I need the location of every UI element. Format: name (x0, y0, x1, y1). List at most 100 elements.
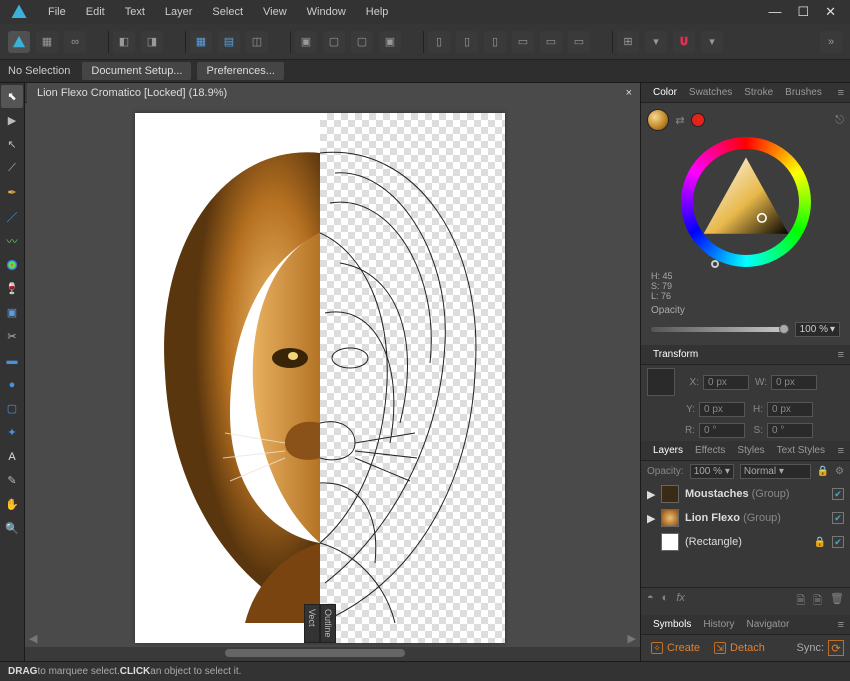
menu-edit[interactable]: Edit (76, 0, 115, 24)
snap-options-icon[interactable]: ▾ (645, 31, 667, 53)
layer-clip-icon[interactable]: 🗎 (796, 592, 805, 611)
transparency-tool[interactable]: 🍷 (1, 277, 23, 300)
transform-panel-menu-icon[interactable]: ≡ (832, 349, 850, 361)
arrange-front-icon[interactable]: ▣ (379, 31, 401, 53)
panel-tab-navigator[interactable]: Navigator (740, 615, 795, 635)
transform-w-input[interactable] (771, 375, 817, 390)
artboard-tool[interactable]: ▶ (1, 109, 23, 132)
layer-mask-icon[interactable]: ◓ (647, 592, 654, 611)
brush-tool[interactable]: 〰 (1, 229, 23, 252)
layer-blend-select[interactable]: Normal ▾ (740, 464, 811, 479)
zoom-tool[interactable]: 🔍 (1, 517, 23, 540)
align-center-icon[interactable]: ▯ (456, 31, 478, 53)
panel-tab-symbols[interactable]: Symbols (647, 615, 697, 635)
panel-tab-swatches[interactable]: Swatches (683, 83, 738, 103)
canvas-viewport[interactable]: Vect Outline ◀ ▶ (25, 103, 640, 647)
hue-handle[interactable] (711, 260, 719, 268)
split-label-right[interactable]: Outline (320, 604, 336, 643)
transform-s-input[interactable] (767, 423, 813, 438)
align-middle-icon[interactable]: ▭ (540, 31, 562, 53)
document-setup-button[interactable]: Document Setup... (82, 62, 191, 80)
split-label-left[interactable]: Vect (304, 604, 320, 643)
panel-tab-effects[interactable]: Effects (689, 441, 731, 461)
snap-guides-icon[interactable]: ▤ (218, 31, 240, 53)
align-bottom-icon[interactable]: ▭ (568, 31, 590, 53)
opacity-input[interactable]: 100 %▾ (795, 322, 840, 337)
tool-view-reset-icon[interactable]: ◧ (113, 31, 135, 53)
pencil-tool[interactable]: ／ (1, 205, 23, 228)
arrange-forward-icon[interactable]: ▢ (351, 31, 373, 53)
anchor-grid[interactable] (647, 368, 675, 396)
text-tool[interactable]: A (1, 445, 23, 468)
layer-delete-icon[interactable]: 🗑 (830, 592, 844, 611)
eyedropper-icon[interactable]: ⎋ (835, 114, 844, 127)
magnet-icon[interactable] (673, 31, 695, 53)
snap-bounds-icon[interactable]: ◫ (246, 31, 268, 53)
opacity-slider[interactable] (651, 327, 789, 332)
color-picker-tool[interactable]: ✎ (1, 469, 23, 492)
color-panel-menu-icon[interactable]: ≡ (832, 87, 850, 99)
menu-text[interactable]: Text (115, 0, 155, 24)
node-tool[interactable]: ↖ (1, 133, 23, 156)
layer-row[interactable]: ▶ Moustaches (Group) ✔ (641, 482, 850, 506)
snap-grid-icon[interactable]: ▦ (190, 31, 212, 53)
arrange-backward-icon[interactable]: ▢ (323, 31, 345, 53)
menu-view[interactable]: View (253, 0, 297, 24)
scroll-left-icon[interactable]: ◀ (29, 632, 37, 645)
align-top-icon[interactable]: ▭ (512, 31, 534, 53)
fill-tool[interactable] (1, 253, 23, 276)
panel-tab-color[interactable]: Color (647, 83, 683, 103)
layer-add-icon[interactable]: 🗎 (813, 592, 822, 611)
window-close-icon[interactable]: ✕ (825, 4, 836, 20)
horizontal-scrollbar-thumb[interactable] (225, 649, 405, 657)
persona-designer-icon[interactable] (8, 31, 30, 53)
color-wheel[interactable] (681, 137, 811, 267)
layers-panel-menu-icon[interactable]: ≡ (832, 445, 850, 457)
menu-window[interactable]: Window (297, 0, 356, 24)
panel-tab-stroke[interactable]: Stroke (738, 83, 779, 103)
lock-icon[interactable]: 🔒 (814, 537, 826, 548)
panel-tab-styles[interactable]: Styles (731, 441, 770, 461)
layer-row[interactable]: ▶ Lion Flexo (Group) ✔ (641, 506, 850, 530)
secondary-swatch[interactable] (691, 113, 705, 127)
move-tool[interactable]: ⬉ (1, 85, 23, 108)
arrange-back-icon[interactable]: ▣ (295, 31, 317, 53)
window-maximize-icon[interactable]: ☐ (797, 4, 809, 20)
pan-tool[interactable]: ✋ (1, 493, 23, 516)
snap-menu-icon[interactable]: ▾ (701, 31, 723, 53)
pen-tool[interactable]: ✒ (1, 181, 23, 204)
sync-toggle[interactable]: ⟳ (828, 640, 844, 656)
menu-file[interactable]: File (38, 0, 76, 24)
swap-swatch-icon[interactable]: ⇄ (673, 113, 687, 127)
panel-tab-transform[interactable]: Transform (647, 345, 704, 365)
transform-x-input[interactable] (703, 375, 749, 390)
symbols-panel-menu-icon[interactable]: ≡ (832, 619, 850, 631)
layer-opacity-input[interactable]: 100 % ▾ (690, 464, 734, 479)
layer-adjust-icon[interactable]: ◐ (662, 592, 669, 611)
shape-ellipse-tool[interactable]: ● (1, 373, 23, 396)
panel-tab-text-styles[interactable]: Text Styles (771, 441, 831, 461)
fill-swatch[interactable] (647, 109, 669, 131)
toolbar-overflow-icon[interactable]: » (820, 31, 842, 53)
chevron-down-icon[interactable]: ▾ (830, 324, 835, 335)
tool-view-split-icon[interactable]: ◨ (141, 31, 163, 53)
chevron-right-icon[interactable]: ▶ (647, 488, 655, 501)
menu-select[interactable]: Select (202, 0, 253, 24)
menu-layer[interactable]: Layer (155, 0, 203, 24)
align-right-icon[interactable]: ▯ (484, 31, 506, 53)
transform-r-input[interactable] (699, 423, 745, 438)
snap-toggle-icon[interactable]: ⊞ (617, 31, 639, 53)
transform-h-input[interactable] (767, 402, 813, 417)
place-image-tool[interactable]: ▣ (1, 301, 23, 324)
panel-tab-brushes[interactable]: Brushes (779, 83, 828, 103)
persona-pixel-icon[interactable]: ▦ (36, 31, 58, 53)
layer-settings-icon[interactable]: ⚙ (835, 466, 844, 477)
symbol-create-button[interactable]: ✧Create (647, 640, 704, 656)
scroll-right-icon[interactable]: ▶ (628, 632, 636, 645)
document-tab[interactable]: Lion Flexo Cromatico [Locked] (18.9%) × (27, 83, 640, 103)
preferences-button[interactable]: Preferences... (197, 62, 283, 80)
opacity-slider-knob[interactable] (779, 324, 789, 334)
panel-tab-layers[interactable]: Layers (647, 441, 689, 461)
transform-y-input[interactable] (699, 402, 745, 417)
shape-rect-tool[interactable]: ▬ (1, 349, 23, 372)
